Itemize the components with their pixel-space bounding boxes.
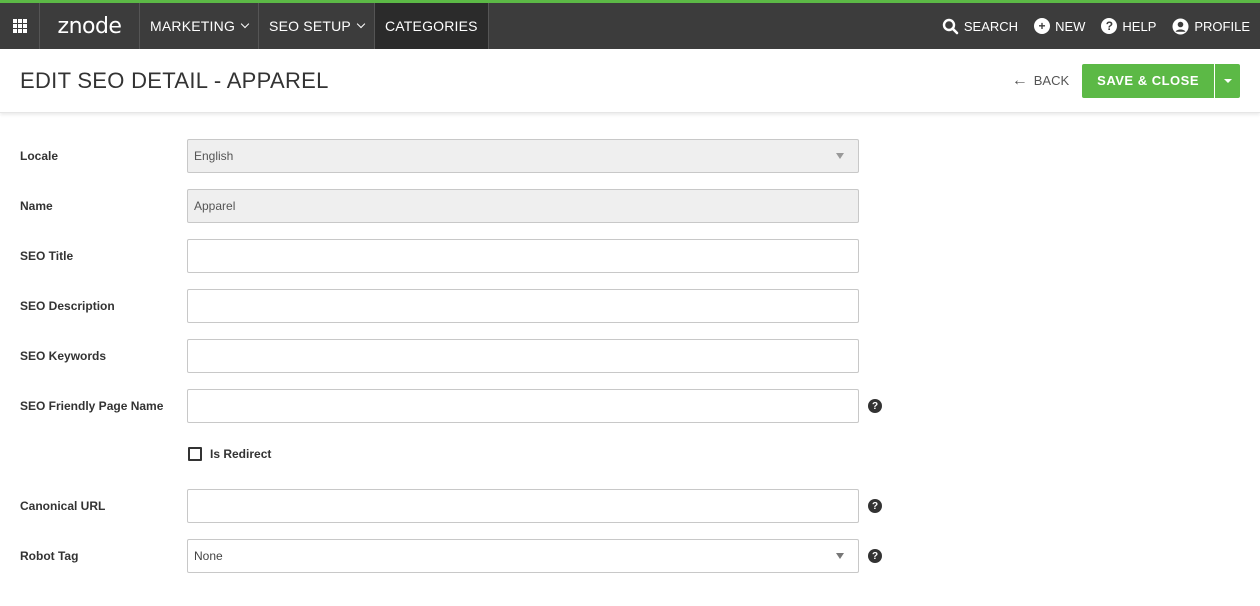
nav-item-categories[interactable]: CATEGORIES <box>374 3 489 49</box>
caret-down-icon <box>836 553 844 559</box>
form-row-seo-friendly-page-name: SEO Friendly Page Name ? <box>0 389 1260 439</box>
page-header: EDIT SEO DETAIL - APPAREL ← BACK SAVE & … <box>0 49 1260 113</box>
help-link[interactable]: ? HELP <box>1101 18 1156 34</box>
canonical-url-label: Canonical URL <box>20 499 106 513</box>
form-row-locale: Locale English <box>0 139 1260 189</box>
question-circle-icon: ? <box>1101 18 1118 34</box>
nav-item-marketing[interactable]: MARKETING <box>140 3 260 49</box>
page-title: EDIT SEO DETAIL - APPAREL <box>20 67 329 93</box>
name-field[interactable]: Apparel <box>187 189 859 223</box>
seo-title-label: SEO Title <box>20 249 74 263</box>
nav-item-label: MARKETING <box>150 18 236 34</box>
is-redirect-checkbox-group[interactable]: Is Redirect <box>188 447 271 461</box>
form-row-robot-tag: Robot Tag None ? <box>0 539 1260 589</box>
new-link[interactable]: + NEW <box>1034 18 1085 34</box>
canonical-url-input[interactable] <box>187 489 859 523</box>
header-actions: ← BACK SAVE & CLOSE <box>1011 63 1240 98</box>
save-and-close-button[interactable]: SAVE & CLOSE <box>1082 63 1214 98</box>
help-label: HELP <box>1122 18 1157 34</box>
robot-tag-label: Robot Tag <box>20 549 79 563</box>
robot-tag-select[interactable]: None <box>187 539 859 573</box>
seo-friendly-page-name-input[interactable] <box>187 389 859 423</box>
seo-detail-form: Locale English Name Apparel SEO Title SE… <box>0 113 1260 589</box>
seo-keywords-input[interactable] <box>187 339 859 373</box>
nav-right-actions: SEARCH + NEW ? HELP PROFILE <box>942 3 1260 49</box>
question-circle-icon[interactable]: ? <box>868 549 882 563</box>
seo-keywords-label: SEO Keywords <box>20 349 107 363</box>
plus-circle-icon: + <box>1034 18 1051 34</box>
znode-logo[interactable]: znode <box>40 3 140 49</box>
search-label: SEARCH <box>963 18 1019 34</box>
search-icon <box>942 18 959 34</box>
nav-item-seo-setup[interactable]: SEO SETUP <box>259 3 375 49</box>
logo-text: znode <box>57 13 122 39</box>
chevron-down-icon <box>240 19 250 29</box>
back-label: BACK <box>1033 73 1070 88</box>
profile-label: PROFILE <box>1194 18 1250 34</box>
seo-description-label: SEO Description <box>20 299 115 313</box>
is-redirect-label: Is Redirect <box>210 447 272 461</box>
form-row-seo-description: SEO Description <box>0 289 1260 339</box>
new-label: NEW <box>1055 18 1086 34</box>
seo-title-input[interactable] <box>187 239 859 273</box>
nav-item-label: SEO SETUP <box>269 18 351 34</box>
save-options-dropdown-button[interactable] <box>1214 63 1240 98</box>
caret-down-icon <box>836 153 844 159</box>
chevron-down-icon <box>356 19 366 29</box>
user-circle-icon <box>1172 18 1189 34</box>
is-redirect-checkbox[interactable] <box>188 447 202 461</box>
locale-select[interactable]: English <box>187 139 859 173</box>
form-row-canonical-url: Canonical URL ? <box>0 489 1260 539</box>
caret-down-icon <box>1223 78 1232 83</box>
question-circle-icon[interactable]: ? <box>868 499 882 513</box>
nav-item-label: CATEGORIES <box>384 18 478 34</box>
top-navigation: znode MARKETING SEO SETUP CATEGORIES SEA… <box>0 0 1260 49</box>
name-value: Apparel <box>194 199 236 213</box>
back-button[interactable]: ← BACK <box>1011 71 1070 89</box>
seo-friendly-page-name-label: SEO Friendly Page Name <box>20 399 164 413</box>
form-row-seo-title: SEO Title <box>0 239 1260 289</box>
apps-grid-icon <box>12 19 27 33</box>
profile-link[interactable]: PROFILE <box>1172 18 1250 35</box>
name-label: Name <box>20 199 53 213</box>
seo-description-input[interactable] <box>187 289 859 323</box>
arrow-left-icon: ← <box>1011 71 1028 89</box>
locale-label: Locale <box>20 149 59 163</box>
search-link[interactable]: SEARCH <box>942 18 1018 35</box>
question-circle-icon[interactable]: ? <box>868 399 882 413</box>
locale-value: English <box>194 149 234 163</box>
form-row-is-redirect: Is Redirect <box>0 439 1260 489</box>
form-row-seo-keywords: SEO Keywords <box>0 339 1260 389</box>
apps-menu-button[interactable] <box>0 3 40 49</box>
robot-tag-value: None <box>194 549 223 563</box>
form-row-name: Name Apparel <box>0 189 1260 239</box>
